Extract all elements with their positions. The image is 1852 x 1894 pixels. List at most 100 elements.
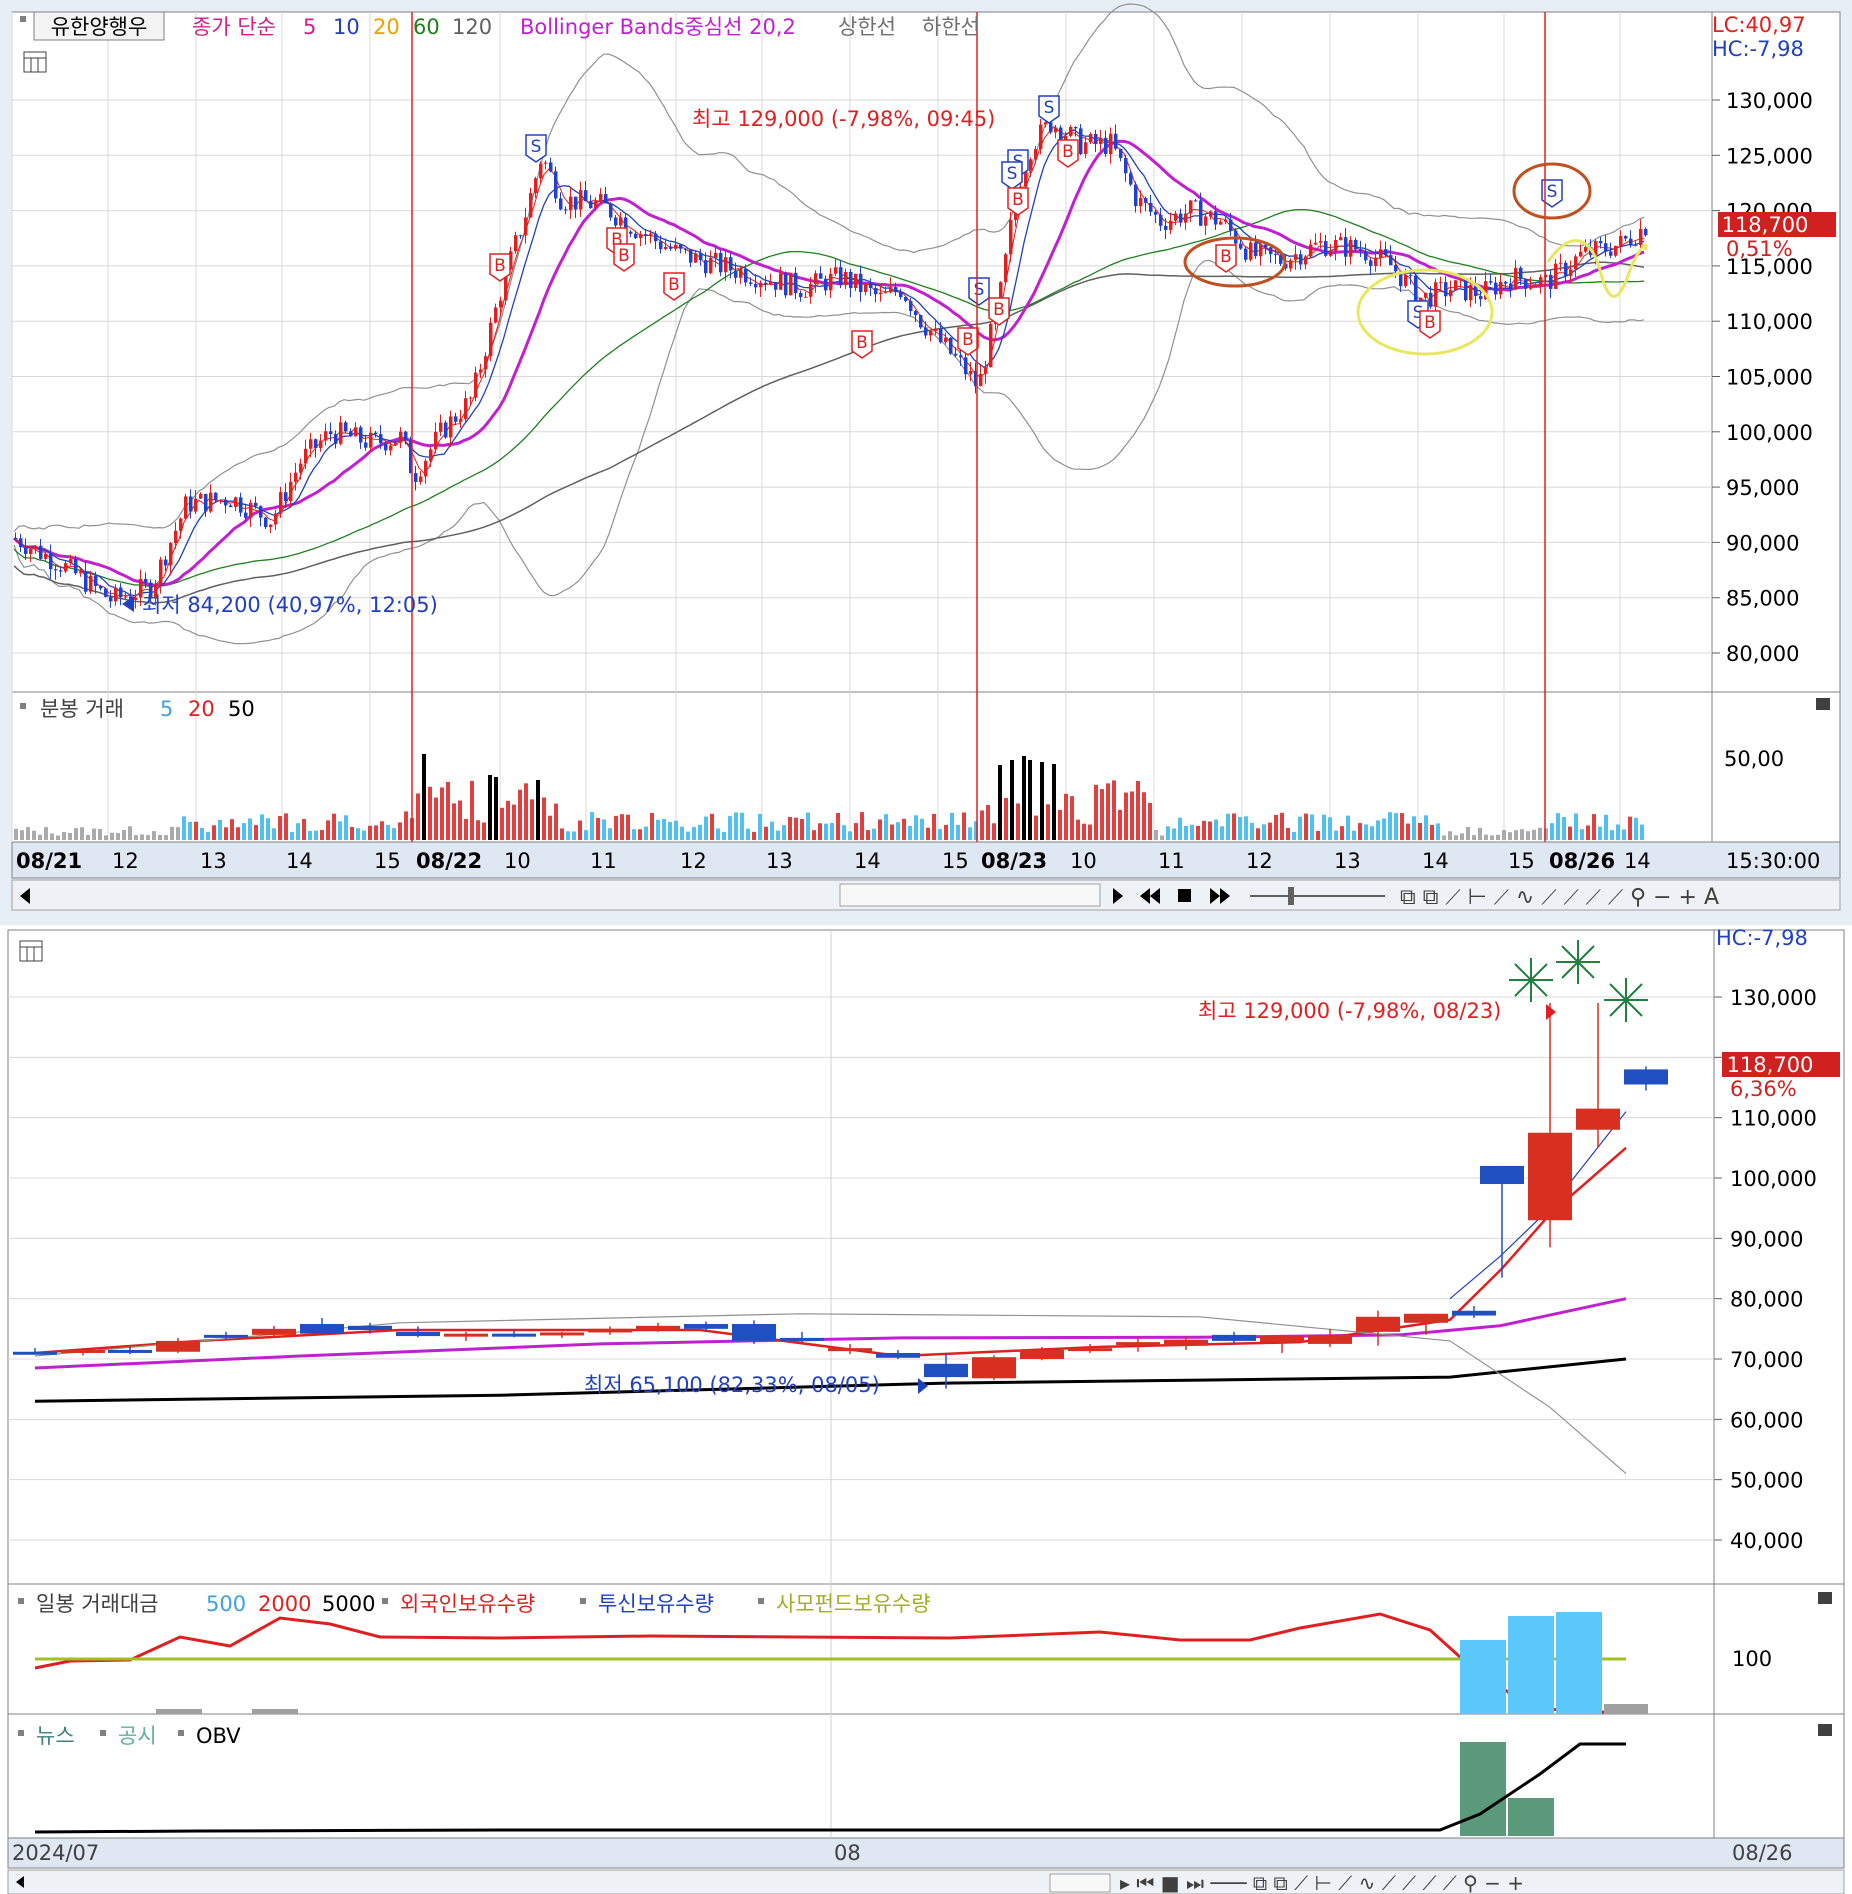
volume-bar [1352,830,1356,840]
candle-body [1119,148,1123,158]
candle-body [1199,200,1203,226]
obv-label: OBV [196,1724,241,1748]
volume-bar [584,830,588,840]
candle-body [699,253,703,261]
toolbar-icons[interactable]: ⧉ ⧉ ⟋ ⊢ ⟋ ∿ ⟋ ⟋ ⟋ ⟋ ⚲ − + A [1400,885,1719,910]
volume-bar [506,800,510,840]
volume-bar [44,827,48,840]
candle-body [1129,173,1133,185]
candle-body [869,283,873,289]
volume-bar [494,777,498,840]
news-bar [1460,1742,1506,1836]
pane-close-icon[interactable] [1816,698,1830,710]
volume-bar [842,825,846,840]
volume-bar [890,824,894,840]
candle-body [254,502,258,507]
candle-body [629,231,633,234]
candle-body [304,448,308,464]
candle-body [414,473,418,482]
chart-canvas: SSSSSSSBBBBBBBBBBB 유한양행우 종가 단순 5 10 20 6… [0,0,1852,1894]
y-tick-label: 50,000 [1730,1469,1803,1493]
stop-icon[interactable] [1178,889,1191,902]
volume-bar [404,811,408,840]
volume-bar [1334,830,1338,840]
candle-body [1429,292,1433,307]
candle-body [904,297,908,301]
bottom-toolbar-icons[interactable]: ▸ ⏮ ■ ⏭ ─── ⧉ ⧉ ⟋ ⊢ ⟋ ∿ ⟋ ⟋ ⟋ ⟋ ⚲ − + [1120,1871,1524,1894]
volume-bar [122,829,126,840]
bottom-xlabel-end: 08/26 [1732,1841,1793,1865]
candle-body [864,283,868,292]
volume-bar [704,816,708,840]
candle-body [639,234,643,238]
candle-body [359,427,363,443]
y-tick-label: 90,000 [1726,531,1799,555]
candle-body [99,586,103,589]
zoom-slider-handle[interactable] [1288,887,1294,905]
bottom-hc-label: HC:-7,98 [1716,926,1808,950]
candle-body [1599,241,1603,244]
ma-period-5: 5 [303,15,316,39]
grid-table-icon[interactable] [19,940,43,962]
legend-square-icon [18,1598,24,1604]
candle-body [259,506,263,518]
volume-bar [1238,817,1242,840]
pane-close-icon[interactable] [1818,1724,1832,1736]
daily-candle-body [972,1357,1016,1379]
volume-bar [1634,817,1638,840]
bottom-obv-pane [7,1713,1715,1839]
volume-bar [248,818,252,840]
candle-body [119,587,123,598]
volume-bar [1106,783,1110,840]
candle-body [494,307,498,323]
signal-letter: B [494,256,506,276]
bottom-scrollbar-thumb[interactable] [1049,1873,1111,1893]
volume-bar [374,825,378,840]
volume-bar [872,828,876,840]
candle-body [694,253,698,263]
volume-bar [590,812,594,840]
volume-bar [1082,823,1086,840]
x-tick-label: 12 [680,849,707,873]
candle-body [244,512,248,518]
volume-bar [320,829,324,840]
volume-bar [212,825,216,840]
volume-bar [356,828,360,840]
symbol-name[interactable]: 유한양행우 [51,15,148,39]
volume-bar [1034,815,1038,840]
bottom-scroll-toolbar[interactable] [7,1869,1845,1894]
volume-bar [14,828,18,840]
candle-body [479,369,483,373]
volume-bar [818,823,822,840]
candle-body [874,288,878,295]
candle-body [1539,277,1543,286]
candle-body [799,293,803,298]
grid-table-icon[interactable] [23,51,47,73]
volume-bar [1508,832,1512,840]
daily-candle-body [1452,1310,1496,1316]
candle-body [1604,243,1608,252]
volume-bar [86,834,90,840]
volume-bar [1088,824,1092,840]
volume-bar [464,818,468,840]
volume-bar [674,820,678,840]
candle-body [434,431,438,450]
candle-body [334,434,338,444]
current-price: 118,700 [1722,213,1809,237]
volume-bar [956,824,960,840]
candle-body [274,513,278,525]
volume-bar [1286,827,1290,840]
pane-close-icon[interactable] [1818,1592,1832,1604]
candle-body [34,545,38,549]
volume-bar [1196,825,1200,840]
candle-body [884,292,888,294]
legend-square-icon [758,1598,764,1604]
candle-body [499,300,503,308]
candle-body [1379,249,1383,258]
candle-body [1149,202,1153,212]
candle-body [134,597,138,601]
legend-square-icon [20,16,26,22]
candle-body [24,547,28,555]
scrollbar-thumb[interactable] [839,883,1101,907]
x-tick-label: 12 [1246,849,1273,873]
